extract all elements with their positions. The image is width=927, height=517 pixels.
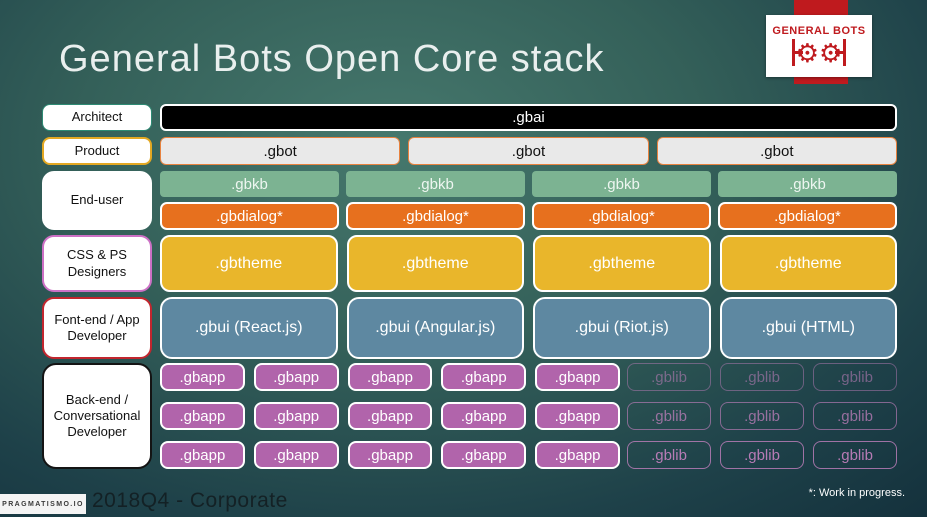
gbtheme-block: .gbtheme [346,235,524,292]
gbtheme-block: .gbtheme [160,235,338,292]
gbapp-block: .gbapp [347,402,433,430]
gear-line-left-icon [792,39,802,66]
role-label-product: Product [42,137,152,165]
gblib-block: .gblib [720,402,804,430]
gbdialog-block: .gbdialog* [718,202,897,230]
gbapp-block: .gbapp [441,441,527,469]
gbapp-block: .gbapp [535,402,620,430]
layer-gbapp-gblib-row-2: .gbapp .gbapp .gbapp .gbapp .gbapp .gbli… [160,402,897,430]
gbapp-block: .gbapp [441,402,527,430]
gbot-block: .gbot [656,137,897,165]
gblib-block: .gblib [813,363,897,391]
layer-gbkb: .gbkb .gbkb .gbkb .gbkb [160,171,897,197]
gbapp-group: .gbapp .gbapp .gbapp .gbapp .gbapp [160,402,620,430]
gbui-riot-block: .gbui (Riot.js) [533,297,711,359]
role-label-end-user: End-user [42,171,152,230]
gbui-react-block: .gbui (React.js) [160,297,338,359]
gbapp-block: .gbapp [160,402,245,430]
gblib-block: .gblib [720,363,804,391]
footer-caption: 2018Q4 - Corporate [92,489,288,512]
work-in-progress-footnote: *: Work in progress. [808,487,905,499]
gbapp-block: .gbapp [253,363,339,391]
gbapp-block: .gbapp [160,441,245,469]
slide: General Bots Open Core stack GENERAL BOT… [0,0,927,517]
gbai-block: .gbai [160,104,897,131]
pragmatismo-wordmark: PRAGMATISMO.IO [2,500,84,508]
gbtheme-block: .gbtheme [719,235,897,292]
gbdialog-block: .gbdialog* [346,202,525,230]
logo-wordmark: GENERAL BOTS [772,24,866,37]
gear-line-right-icon [836,39,846,66]
gbkb-block: .gbkb [160,171,339,197]
role-label-architect: Architect [42,104,152,131]
gbapp-group: .gbapp .gbapp .gbapp .gbapp .gbapp [160,363,620,391]
role-label-frontend-app-developer: Font-end / App Developer [42,297,152,359]
general-bots-logo: GENERAL BOTS ⚙ ⚙ [766,15,872,77]
gblib-block: .gblib [627,441,711,469]
page-title: General Bots Open Core stack [59,38,605,80]
gbot-block: .gbot [160,137,401,165]
gbapp-block: .gbapp [347,363,433,391]
role-label-css-ps-designers: CSS & PS Designers [42,235,152,292]
gbkb-block: .gbkb [346,171,525,197]
gbapp-block: .gbapp [253,402,339,430]
gblib-block: .gblib [813,441,897,469]
gbkb-block: .gbkb [532,171,711,197]
layer-gbapp-gblib-row-1: .gbapp .gbapp .gbapp .gbapp .gbapp .gbli… [160,363,897,391]
gbapp-block: .gbapp [347,441,433,469]
gbapp-block: .gbapp [535,363,620,391]
gbapp-block: .gbapp [160,363,245,391]
pragmatismo-logo: PRAGMATISMO.IO [0,494,86,514]
gbapp-block: .gbapp [253,441,339,469]
gblib-block: .gblib [720,441,804,469]
logo-gears: ⚙ ⚙ [792,38,846,68]
layer-gbdialog: .gbdialog* .gbdialog* .gbdialog* .gbdial… [160,202,897,230]
gbui-angular-block: .gbui (Angular.js) [346,297,524,359]
gbtheme-block: .gbtheme [533,235,711,292]
gbapp-group: .gbapp .gbapp .gbapp .gbapp .gbapp [160,441,620,469]
gbapp-block: .gbapp [441,363,527,391]
layer-gbot: .gbot .gbot .gbot [160,137,897,165]
layer-gbai: .gbai [160,104,897,131]
layer-gbui: .gbui (React.js) .gbui (Angular.js) .gbu… [160,297,897,359]
gblib-block: .gblib [627,363,711,391]
gbui-html-block: .gbui (HTML) [719,297,897,359]
gbapp-block: .gbapp [535,441,620,469]
gbdialog-block: .gbdialog* [532,202,711,230]
gblib-group: .gblib .gblib .gblib [627,402,897,430]
role-label-backend-conversational-developer: Back-end / Conversational Developer [42,363,152,469]
gblib-block: .gblib [627,402,711,430]
gbot-block: .gbot [408,137,649,165]
gblib-block: .gblib [813,402,897,430]
gbdialog-block: .gbdialog* [160,202,339,230]
layer-gbapp-gblib-row-3: .gbapp .gbapp .gbapp .gbapp .gbapp .gbli… [160,441,897,469]
gbkb-block: .gbkb [718,171,897,197]
gblib-group: .gblib .gblib .gblib [627,441,897,469]
layer-gbtheme: .gbtheme .gbtheme .gbtheme .gbtheme [160,235,897,292]
gblib-group: .gblib .gblib .gblib [627,363,897,391]
